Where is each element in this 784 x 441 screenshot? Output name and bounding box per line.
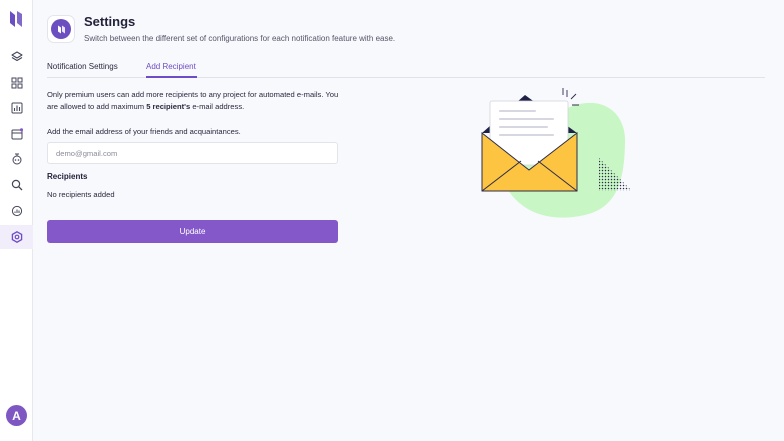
- settings-hex-icon: [11, 231, 22, 243]
- email-envelope-illustration: [481, 88, 632, 218]
- max-recipients-highlight: 5 recipient's: [146, 102, 191, 111]
- update-button[interactable]: Update: [47, 220, 338, 243]
- page-subtitle: Switch between the different set of conf…: [84, 34, 396, 43]
- nav-analytics[interactable]: [0, 199, 33, 223]
- user-avatar[interactable]: A: [6, 405, 27, 426]
- grid-icon: [11, 77, 22, 89]
- robot-icon: [12, 153, 21, 165]
- settings-tabs: Notification Settings Add Recipient: [47, 62, 765, 78]
- email-input[interactable]: [47, 142, 338, 164]
- nav-layers[interactable]: [0, 45, 33, 69]
- recipients-heading: Recipients: [47, 172, 88, 181]
- brand-mark-icon: [57, 25, 65, 33]
- info-text-suffix: e-mail address.: [190, 102, 245, 111]
- premium-info-text: Only premium users can add more recipien…: [47, 89, 342, 113]
- email-field-label: Add the email address of your friends an…: [47, 127, 241, 136]
- search-icon: [11, 179, 22, 191]
- layers-icon: [10, 51, 23, 62]
- inbox-icon: [11, 128, 23, 140]
- recipients-empty-state: No recipients added: [47, 190, 115, 199]
- active-tab-indicator: [146, 76, 197, 78]
- settings-header-icon: [47, 15, 75, 43]
- bar-chart-icon: [11, 102, 22, 114]
- nav-inbox[interactable]: [0, 122, 33, 146]
- page-title: Settings: [84, 14, 136, 29]
- sidebar: A: [0, 0, 33, 441]
- brand-logo-icon[interactable]: [9, 10, 23, 28]
- analytics-icon: [11, 205, 22, 217]
- tab-add-recipient[interactable]: Add Recipient: [146, 62, 196, 71]
- nav-dashboard[interactable]: [0, 71, 33, 95]
- nav-reports[interactable]: [0, 96, 33, 120]
- tab-notification-settings[interactable]: Notification Settings: [47, 62, 118, 71]
- nav-settings[interactable]: [0, 225, 33, 249]
- nav-bots[interactable]: [0, 147, 33, 171]
- nav-search[interactable]: [0, 173, 33, 197]
